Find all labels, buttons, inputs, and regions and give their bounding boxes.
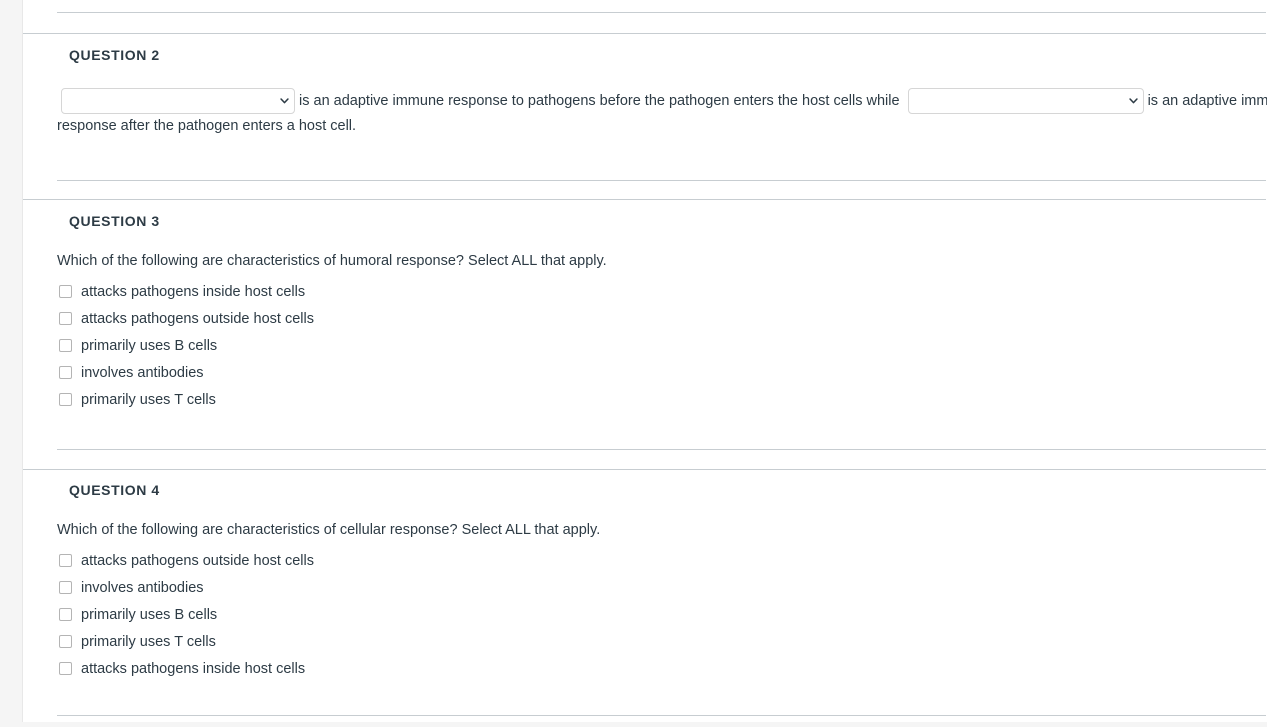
question-4-body: Which of the following are characteristi… <box>23 520 1267 682</box>
answer-option[interactable]: attacks pathogens inside host cells <box>57 655 1267 682</box>
question-2-block: QUESTION 2 is an adaptive immune respons… <box>23 33 1267 199</box>
answer-option[interactable]: primarily uses T cells <box>57 628 1267 655</box>
answer-label[interactable]: attacks pathogens outside host cells <box>81 309 314 329</box>
question-3-block: QUESTION 3 Which of the following are ch… <box>23 199 1266 469</box>
question-2-sentence-middle: is an adaptive immune response to pathog… <box>299 92 900 109</box>
blank-2-select[interactable] <box>907 88 1144 114</box>
answer-label[interactable]: attacks pathogens inside host cells <box>81 282 305 302</box>
answer-checkbox[interactable] <box>59 366 72 379</box>
question-3-answer-list: attacks pathogens inside host cells atta… <box>57 278 1267 413</box>
answer-option[interactable]: involves antibodies <box>57 359 1267 386</box>
blank-1-wrapper <box>59 88 297 114</box>
answer-checkbox[interactable] <box>59 339 72 352</box>
quiz-page: QUESTION 2 is an adaptive immune respons… <box>0 0 1267 727</box>
answer-checkbox[interactable] <box>59 393 72 406</box>
question-4-prompt: Which of the following are characteristi… <box>57 522 601 538</box>
answer-label[interactable]: primarily uses B cells <box>81 605 217 625</box>
answer-option[interactable]: primarily uses B cells <box>57 601 1267 628</box>
answer-label[interactable]: primarily uses T cells <box>81 632 216 652</box>
answer-checkbox[interactable] <box>59 662 72 675</box>
answer-option[interactable]: attacks pathogens outside host cells <box>57 305 1267 332</box>
answer-label[interactable]: primarily uses B cells <box>81 336 217 356</box>
question-4-header: QUESTION 4 <box>69 482 160 498</box>
question-4-block: QUESTION 4 Which of the following are ch… <box>23 469 1266 722</box>
answer-label[interactable]: attacks pathogens inside host cells <box>81 659 305 679</box>
quiz-panel: QUESTION 2 is an adaptive immune respons… <box>22 0 1267 722</box>
question-3-body: Which of the following are characteristi… <box>23 251 1267 413</box>
question-1-bottom-divider <box>57 12 1266 13</box>
answer-option[interactable]: attacks pathogens inside host cells <box>57 278 1267 305</box>
blank-2-wrapper <box>906 88 1146 114</box>
question-2-header: QUESTION 2 <box>69 47 160 63</box>
answer-label[interactable]: involves antibodies <box>81 578 204 598</box>
answer-checkbox[interactable] <box>59 581 72 594</box>
question-4-bottom-divider <box>57 715 1266 716</box>
left-gutter <box>0 0 22 727</box>
answer-label[interactable]: attacks pathogens outside host cells <box>81 551 314 571</box>
answer-option[interactable]: attacks pathogens outside host cells <box>57 547 1267 574</box>
answer-checkbox[interactable] <box>59 608 72 621</box>
question-2-bottom-divider <box>57 180 1266 181</box>
question-3-bottom-divider <box>57 449 1266 450</box>
answer-checkbox[interactable] <box>59 285 72 298</box>
answer-option[interactable]: primarily uses B cells <box>57 332 1267 359</box>
question-2-body: is an adaptive immune response to pathog… <box>23 88 1267 139</box>
question-2-sentence: is an adaptive immune response to pathog… <box>57 88 1267 139</box>
answer-option[interactable]: involves antibodies <box>57 574 1267 601</box>
answer-option[interactable]: primarily uses T cells <box>57 386 1267 413</box>
question-3-header: QUESTION 3 <box>69 213 160 229</box>
answer-checkbox[interactable] <box>59 554 72 567</box>
blank-1-select[interactable] <box>61 88 295 114</box>
answer-label[interactable]: primarily uses T cells <box>81 390 216 410</box>
question-3-prompt: Which of the following are characteristi… <box>57 253 607 269</box>
answer-checkbox[interactable] <box>59 635 72 648</box>
answer-label[interactable]: involves antibodies <box>81 363 204 383</box>
question-4-answer-list: attacks pathogens outside host cells inv… <box>57 547 1267 682</box>
answer-checkbox[interactable] <box>59 312 72 325</box>
